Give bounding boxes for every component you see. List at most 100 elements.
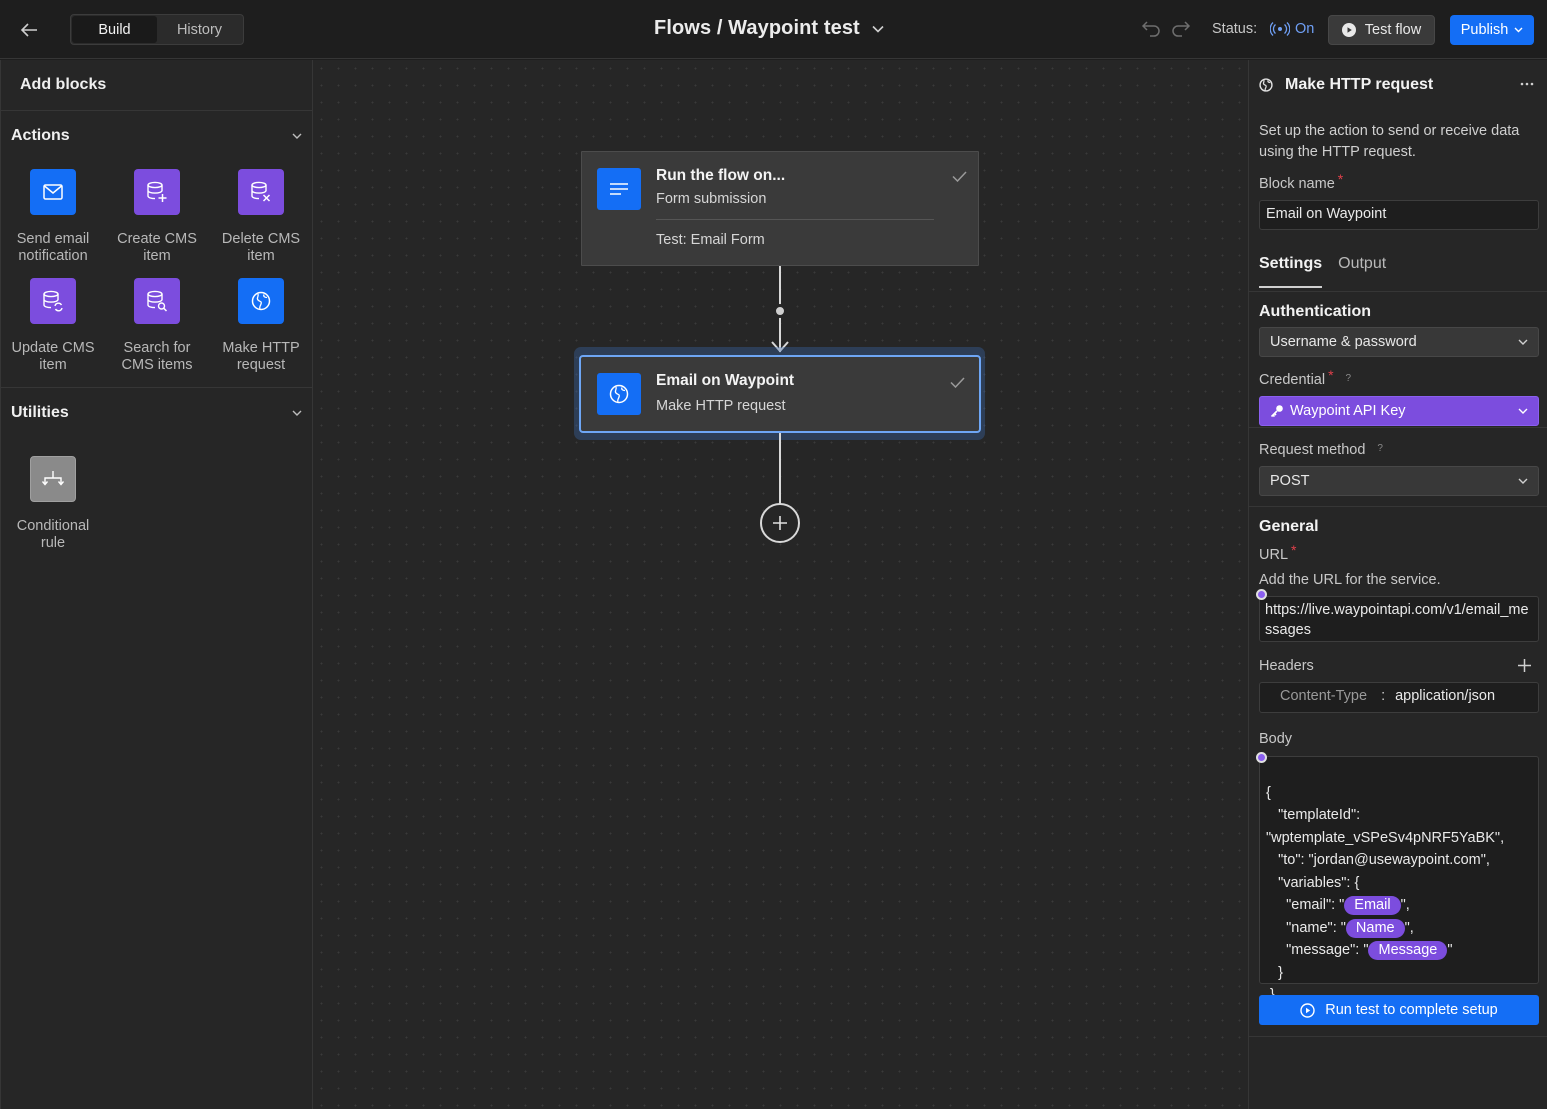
flow-canvas[interactable]: Run the flow on... Form submission Test:… — [313, 60, 1248, 1109]
url-label: URL * — [1259, 542, 1296, 563]
block-label: Update CMS item — [11, 340, 95, 373]
block-send-email[interactable]: Send email notification — [1, 169, 105, 265]
page-title: Flows / Waypoint test — [654, 17, 860, 39]
body-label: Body — [1259, 731, 1293, 747]
block-tile — [238, 169, 284, 215]
block-label: Conditional rule — [16, 518, 90, 551]
redo-button[interactable] — [1171, 19, 1191, 42]
block-conditional-rule[interactable]: Conditional rule — [1, 456, 105, 552]
credential-label: Credential *? — [1259, 367, 1352, 388]
block-label: Send email notification — [16, 231, 90, 264]
back-button[interactable] — [14, 15, 44, 45]
block-tile — [134, 169, 180, 215]
divider — [1249, 291, 1547, 292]
node-subtitle: Make HTTP request — [656, 398, 786, 414]
panel-description: Set up the action to send or receive dat… — [1259, 123, 1520, 160]
connector-line — [779, 433, 781, 505]
header-row[interactable]: Content-Type : application/json — [1259, 682, 1539, 713]
code-line: "message": " — [1266, 942, 1369, 958]
block-update-cms-item[interactable]: Update CMS item — [1, 278, 105, 374]
plus-icon — [1518, 659, 1531, 672]
code-line: "email": " — [1266, 897, 1345, 913]
plus-icon — [773, 516, 787, 530]
body-editor[interactable]: { "templateId": "wptemplate_vSPeSv4pNRF5… — [1259, 756, 1539, 1003]
divider — [1249, 427, 1547, 428]
database-plus-icon — [147, 181, 167, 202]
publish-label: Publish — [1460, 22, 1509, 38]
database-refresh-icon — [43, 290, 63, 312]
variable-pill-email[interactable]: Email — [1344, 896, 1401, 915]
add-header-button[interactable] — [1517, 658, 1532, 678]
block-tile — [30, 456, 76, 502]
block-make-http-request[interactable]: Make HTTP request — [209, 278, 313, 374]
block-delete-cms-item[interactable]: Delete CMS item — [209, 169, 313, 265]
check-icon — [952, 171, 967, 182]
header-separator: : — [1381, 688, 1386, 704]
chevron-down-icon — [1518, 478, 1528, 484]
variable-pill-name[interactable]: Name — [1345, 918, 1405, 938]
run-test-label: Run test to complete setup — [1325, 1002, 1498, 1018]
more-options-button[interactable] — [1520, 74, 1534, 99]
label-text: Block name — [1259, 176, 1335, 192]
tab-history[interactable]: History — [157, 16, 242, 43]
url-hint: Add the URL for the service. — [1259, 572, 1441, 588]
mail-icon — [43, 184, 63, 200]
block-label: Delete CMS item — [221, 231, 301, 264]
url-input[interactable]: https://live.waypointapi.com/v1/email_me… — [1259, 596, 1539, 642]
block-tile — [134, 278, 180, 324]
general-title: General — [1259, 518, 1319, 535]
node-subtitle: Form submission — [656, 191, 767, 207]
help-icon[interactable]: ? — [1346, 373, 1352, 384]
required-marker: * — [1328, 367, 1334, 383]
add-blocks-panel: Add blocks Actions Send email notificati… — [0, 60, 313, 1109]
trigger-node[interactable]: Run the flow on... Form submission Test:… — [581, 151, 979, 266]
add-step-button[interactable] — [760, 503, 800, 543]
undo-icon — [1141, 21, 1160, 37]
test-flow-label: Test flow — [1364, 22, 1422, 38]
block-create-cms-item[interactable]: Create CMS item — [105, 169, 209, 265]
undo-button[interactable] — [1141, 19, 1161, 42]
credential-select[interactable]: Waypoint API Key — [1259, 396, 1539, 426]
variable-pill-message[interactable]: Message — [1368, 941, 1448, 960]
tab-settings[interactable]: Settings — [1259, 255, 1323, 288]
flow-title-dropdown[interactable]: Flows / Waypoint test — [654, 17, 884, 40]
panel-title: Make HTTP request — [1285, 76, 1434, 93]
authentication-select[interactable]: Username & password — [1259, 327, 1539, 357]
run-test-button[interactable]: Run test to complete setup — [1259, 995, 1539, 1025]
status-label: Status: — [1212, 21, 1258, 37]
variable-insert-dot[interactable] — [1256, 589, 1267, 600]
block-name-input[interactable]: Email on Waypoint — [1259, 200, 1539, 230]
tab-output[interactable]: Output — [1338, 255, 1386, 288]
section-actions-header[interactable]: Actions — [1, 111, 312, 161]
section-utilities-header[interactable]: Utilities — [1, 388, 312, 438]
top-bar: Build History Flows / Waypoint test Stat… — [0, 0, 1547, 59]
required-marker: * — [1337, 171, 1344, 187]
status-value: On — [1295, 21, 1315, 37]
play-circle-icon — [1300, 1002, 1315, 1018]
code-line: ", — [1400, 897, 1410, 913]
help-icon[interactable]: ? — [1377, 443, 1383, 454]
form-icon — [610, 183, 628, 195]
request-method-label: Request method? — [1259, 442, 1383, 458]
status-toggle[interactable]: On — [1270, 21, 1314, 37]
code-line: " — [1447, 942, 1453, 958]
test-flow-button[interactable]: Test flow — [1328, 15, 1435, 45]
request-method-select[interactable]: POST — [1259, 466, 1539, 496]
block-name-label: Block name * — [1259, 171, 1343, 192]
action-node[interactable]: Email on Waypoint Make HTTP request — [579, 355, 981, 433]
label-text: Request method — [1259, 442, 1366, 458]
globe-icon — [609, 384, 629, 404]
block-tile — [30, 169, 76, 215]
tab-build[interactable]: Build — [72, 16, 157, 43]
branch-icon — [41, 471, 65, 486]
variable-insert-dot[interactable] — [1256, 752, 1267, 763]
block-search-cms-items[interactable]: Search for CMS items — [105, 278, 209, 374]
code-line: "to": "jordan@usewaypoint.com", — [1266, 852, 1490, 868]
publish-button[interactable]: Publish — [1450, 15, 1534, 45]
node-title: Run the flow on... — [656, 167, 786, 184]
node-divider — [656, 219, 934, 220]
play-circle-icon — [1341, 23, 1356, 37]
chevron-down-icon — [1518, 408, 1528, 414]
block-label: Search for CMS items — [121, 340, 193, 373]
header-key: Content-Type — [1280, 688, 1368, 704]
